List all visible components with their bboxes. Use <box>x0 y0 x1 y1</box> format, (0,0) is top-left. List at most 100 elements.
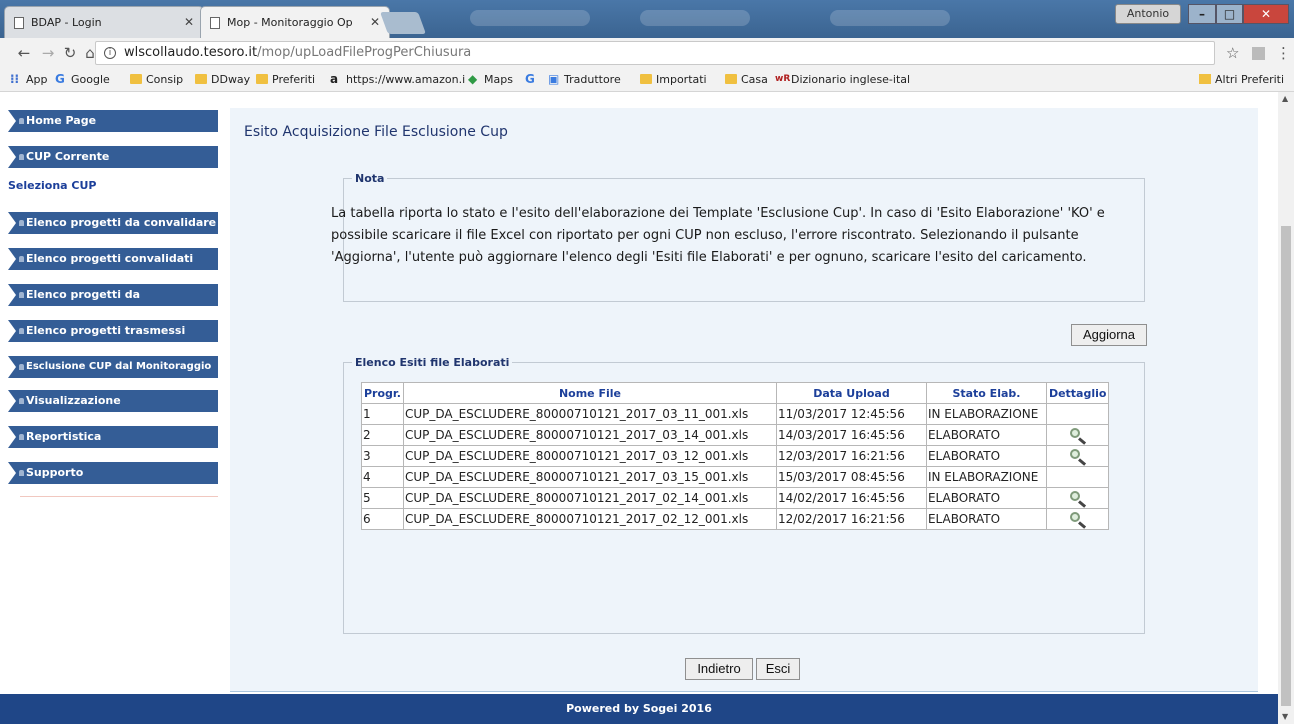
extension-icon[interactable] <box>1252 47 1265 60</box>
user-icon <box>19 364 24 370</box>
sidebar-item-progetti-trasmessi[interactable]: Elenco progetti trasmessi <box>8 320 218 342</box>
info-icon[interactable]: i <box>104 47 116 59</box>
cell-dettaglio <box>1045 508 1110 530</box>
bookmark-traduttore[interactable]: ▣ Traduttore <box>548 72 621 86</box>
web-page: Home Page CUP Corrente Seleziona CUP Ele… <box>0 92 1278 724</box>
cell-data-upload: 14/02/2017 16:45:56 <box>775 487 927 509</box>
cell-nome-file: CUP_DA_ESCLUDERE_80000710121_2017_02_12_… <box>402 508 777 530</box>
col-progr: Progr. <box>361 382 404 404</box>
indietro-button[interactable]: Indietro <box>685 658 753 680</box>
page-footer: Powered by Sogei 2016 <box>0 694 1278 724</box>
magnifier-icon[interactable] <box>1067 426 1089 445</box>
sidebar-item-progetti-da-convalidare[interactable]: Elenco progetti da convalidare <box>8 212 218 234</box>
table-row: 2 CUP_DA_ESCLUDERE_80000710121_2017_03_14… <box>361 424 1110 446</box>
url-input[interactable]: i wlscollaudo.tesoro.it/mop/upLoadFilePr… <box>95 41 1215 65</box>
scroll-up-arrow-icon[interactable]: ▲ <box>1282 94 1288 103</box>
cell-progr: 1 <box>361 403 404 425</box>
folder-icon <box>195 74 207 84</box>
col-nome-file: Nome File <box>402 382 777 404</box>
bookmark-importati[interactable]: Importati <box>640 73 707 86</box>
cell-dettaglio <box>1045 487 1110 509</box>
address-toolbar: ← → ↻ ⌂ i wlscollaudo.tesoro.it/mop/upLo… <box>0 38 1294 68</box>
user-icon <box>19 118 24 124</box>
user-icon <box>19 398 24 404</box>
folder-icon <box>1199 74 1211 84</box>
bookmark-amazon[interactable]: a https://www.amazon.i <box>330 72 465 86</box>
browser-titlebar: BDAP - Login ✕ Mop - Monitoraggio Op ✕ A… <box>0 0 1294 38</box>
magnifier-icon[interactable] <box>1067 489 1089 508</box>
back-arrow-icon[interactable]: ← <box>14 43 34 63</box>
sidebar-item-progetti-convalidati[interactable]: Elenco progetti convalidati <box>8 248 218 270</box>
sidebar-item-progetti-da-trasmettere[interactable]: Elenco progetti da trasmettere <box>8 284 218 323</box>
reload-icon[interactable]: ↻ <box>60 43 80 63</box>
new-tab-button[interactable] <box>379 12 427 34</box>
page-title: Esito Acquisizione File Esclusione Cup <box>244 124 508 140</box>
close-tab-icon[interactable]: ✕ <box>184 15 194 29</box>
profile-button[interactable]: Antonio <box>1115 4 1181 24</box>
cell-stato-elab: ELABORATO <box>925 424 1047 446</box>
minimize-icon[interactable]: – <box>1188 4 1216 24</box>
sidebar-item-visualizzazione[interactable]: Visualizzazione <box>8 390 218 412</box>
user-icon <box>19 292 24 298</box>
blurred-tab-title <box>640 10 750 26</box>
cell-progr: 5 <box>361 487 404 509</box>
nota-text: La tabella riporta lo stato e l'esito de… <box>331 206 1105 265</box>
wordreference-icon: wR <box>775 74 791 84</box>
cell-data-upload: 14/03/2017 16:45:56 <box>775 424 927 446</box>
sidebar-link-seleziona-cup[interactable]: Seleziona CUP <box>8 179 97 192</box>
bookmark-altri-preferiti[interactable]: Altri Preferiti <box>1199 73 1284 86</box>
forward-arrow-icon[interactable]: → <box>38 43 58 63</box>
bookmark-casa[interactable]: Casa <box>725 73 768 86</box>
user-icon <box>19 434 24 440</box>
user-icon <box>19 256 24 262</box>
sidebar-item-home-page[interactable]: Home Page <box>8 110 218 132</box>
sidebar-item-supporto[interactable]: Supporto <box>8 462 218 484</box>
cell-dettaglio <box>1045 466 1110 488</box>
window-close-icon[interactable]: ✕ <box>1243 4 1289 24</box>
magnifier-icon[interactable] <box>1067 510 1089 529</box>
cell-stato-elab: IN ELABORAZIONE <box>925 403 1047 425</box>
browser-menu-icon[interactable]: ⋮ <box>1276 44 1291 62</box>
cell-nome-file: CUP_DA_ESCLUDERE_80000710121_2017_02_14_… <box>402 487 777 509</box>
cell-data-upload: 15/03/2017 08:45:56 <box>775 466 927 488</box>
tab-mop-monitoraggio[interactable]: Mop - Monitoraggio Op ✕ <box>200 6 390 38</box>
tab-title: Mop - Monitoraggio Op <box>227 16 353 29</box>
apps-grid-icon: ⁝⁝ <box>10 72 20 86</box>
magnifier-icon[interactable] <box>1067 447 1089 466</box>
cell-progr: 4 <box>361 466 404 488</box>
document-icon <box>210 17 220 29</box>
maximize-icon[interactable]: □ <box>1216 4 1243 24</box>
bookmark-star-icon[interactable]: ☆ <box>1226 44 1239 62</box>
bookmark-preferiti[interactable]: Preferiti <box>256 73 315 86</box>
cell-data-upload: 12/03/2017 16:21:56 <box>775 445 927 467</box>
cell-dettaglio <box>1045 445 1110 467</box>
bookmark-maps[interactable]: ◆ Maps <box>468 72 513 86</box>
user-icon <box>19 220 24 226</box>
sidebar-item-esclusione-cup[interactable]: Esclusione CUP dal Monitoraggio <box>8 356 218 378</box>
esiti-table-body: 1 CUP_DA_ESCLUDERE_80000710121_2017_03_11… <box>361 403 1110 530</box>
close-tab-icon[interactable]: ✕ <box>370 15 380 29</box>
tab-bdap-login[interactable]: BDAP - Login ✕ <box>4 6 204 38</box>
bookmark-google[interactable]: G Google <box>55 72 110 86</box>
scroll-down-arrow-icon[interactable]: ▼ <box>1282 712 1288 721</box>
page-scrollbar[interactable]: ▲ ▼ <box>1278 92 1294 724</box>
bookmark-consip[interactable]: Consip <box>130 73 183 86</box>
cell-progr: 2 <box>361 424 404 446</box>
nota-legend: Nota <box>355 172 385 185</box>
bookmark-dizionario[interactable]: wR Dizionario inglese-ital <box>775 73 910 86</box>
cell-stato-elab: ELABORATO <box>925 445 1047 467</box>
sidebar-divider <box>20 496 218 497</box>
cell-stato-elab: IN ELABORAZIONE <box>925 466 1047 488</box>
bookmark-app[interactable]: ⁝⁝ App <box>10 72 48 86</box>
user-icon <box>19 154 24 160</box>
sidebar-item-reportistica[interactable]: Reportistica <box>8 426 218 448</box>
esci-button[interactable]: Esci <box>756 658 800 680</box>
scrollbar-thumb[interactable] <box>1281 226 1291 706</box>
aggiorna-button[interactable]: Aggiorna <box>1071 324 1147 346</box>
cell-dettaglio <box>1045 424 1110 446</box>
cell-data-upload: 12/02/2017 16:21:56 <box>775 508 927 530</box>
sidebar-item-cup-corrente[interactable]: CUP Corrente <box>8 146 218 168</box>
bookmark-ddway[interactable]: DDway <box>195 73 250 86</box>
translate-icon: ▣ <box>548 72 560 86</box>
esiti-legend: Elenco Esiti file Elaborati <box>355 356 510 369</box>
